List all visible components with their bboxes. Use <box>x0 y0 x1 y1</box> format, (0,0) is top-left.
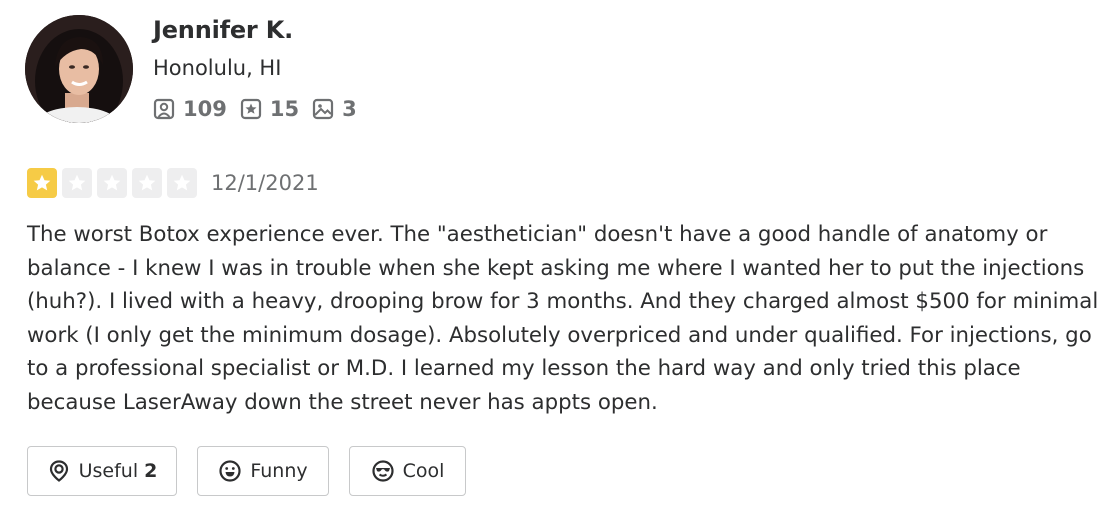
friends-stat: 109 <box>153 97 227 121</box>
rating-row: 12/1/2021 <box>27 165 319 200</box>
review-star-icon <box>240 98 261 120</box>
review-text: The worst Botox experience ever. The "ae… <box>27 222 1099 415</box>
reviews-stat: 15 <box>240 97 299 121</box>
star-icon <box>97 167 127 198</box>
photos-count: 3 <box>342 97 357 121</box>
funny-icon <box>219 460 241 482</box>
star-icon <box>27 167 57 198</box>
funny-label: Funny <box>250 460 308 482</box>
photo-icon <box>312 98 334 120</box>
star-icon <box>62 167 92 198</box>
reviewer-name[interactable]: Jennifer K. <box>153 16 293 44</box>
review-date: 12/1/2021 <box>211 170 319 195</box>
useful-icon <box>49 460 68 482</box>
funny-button[interactable]: Funny <box>197 446 329 496</box>
photos-stat: 3 <box>312 97 357 121</box>
friends-icon <box>153 98 175 120</box>
reviews-count: 15 <box>269 97 300 121</box>
profile-photo <box>25 15 133 123</box>
cool-icon <box>371 460 394 482</box>
useful-count: 2 <box>144 460 158 482</box>
useful-label: Useful <box>78 460 139 482</box>
cool-button[interactable]: Cool <box>349 446 466 496</box>
reviewer-stats: 109 15 3 <box>153 94 370 124</box>
friends-count: 109 <box>183 97 227 121</box>
avatar[interactable] <box>25 15 133 123</box>
useful-button[interactable]: Useful 2 <box>27 446 177 496</box>
star-icon <box>167 167 197 198</box>
cool-label: Cool <box>402 460 445 482</box>
star-icon <box>132 167 162 198</box>
star-rating <box>27 167 202 198</box>
reviewer-location: Honolulu, HI <box>153 56 282 80</box>
